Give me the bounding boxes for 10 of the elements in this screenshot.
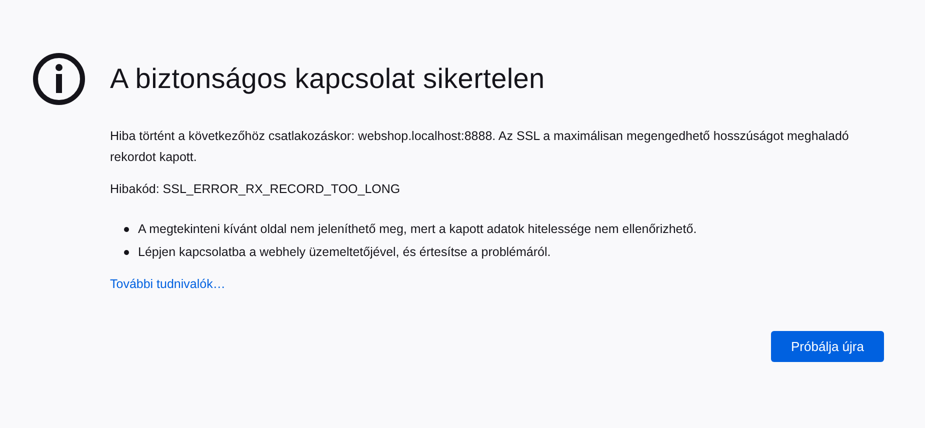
learn-more-link[interactable]: További tudnivalók… [110, 277, 226, 291]
info-icon [32, 52, 86, 106]
bullet-dot [124, 226, 129, 232]
error-code: Hibakód: SSL_ERROR_RX_RECORD_TOO_LONG [110, 182, 402, 196]
advice-text: A megtekinteni kívánt oldal nem jeleníthető meg, mert a kapott adatok hitelessége nem ellenőrizhető. [138, 222, 697, 236]
page-title: A biztonságos kapcsolat sikertelen [110, 63, 545, 95]
retry-button[interactable]: Próbálja újra [771, 331, 884, 362]
advice-text: Lépjen kapcsolatba a webhely üzemeltetőjével, és értesítse a problémáról. [138, 245, 551, 259]
bullet-dot [124, 250, 129, 254]
error-description: Hiba történt a következőhöz csatlakozáskor: webshop.localhost:8888. Az SSL a maximálisan megengedhető hosszúságot meghaladó rekordot kapott. [110, 128, 850, 166]
